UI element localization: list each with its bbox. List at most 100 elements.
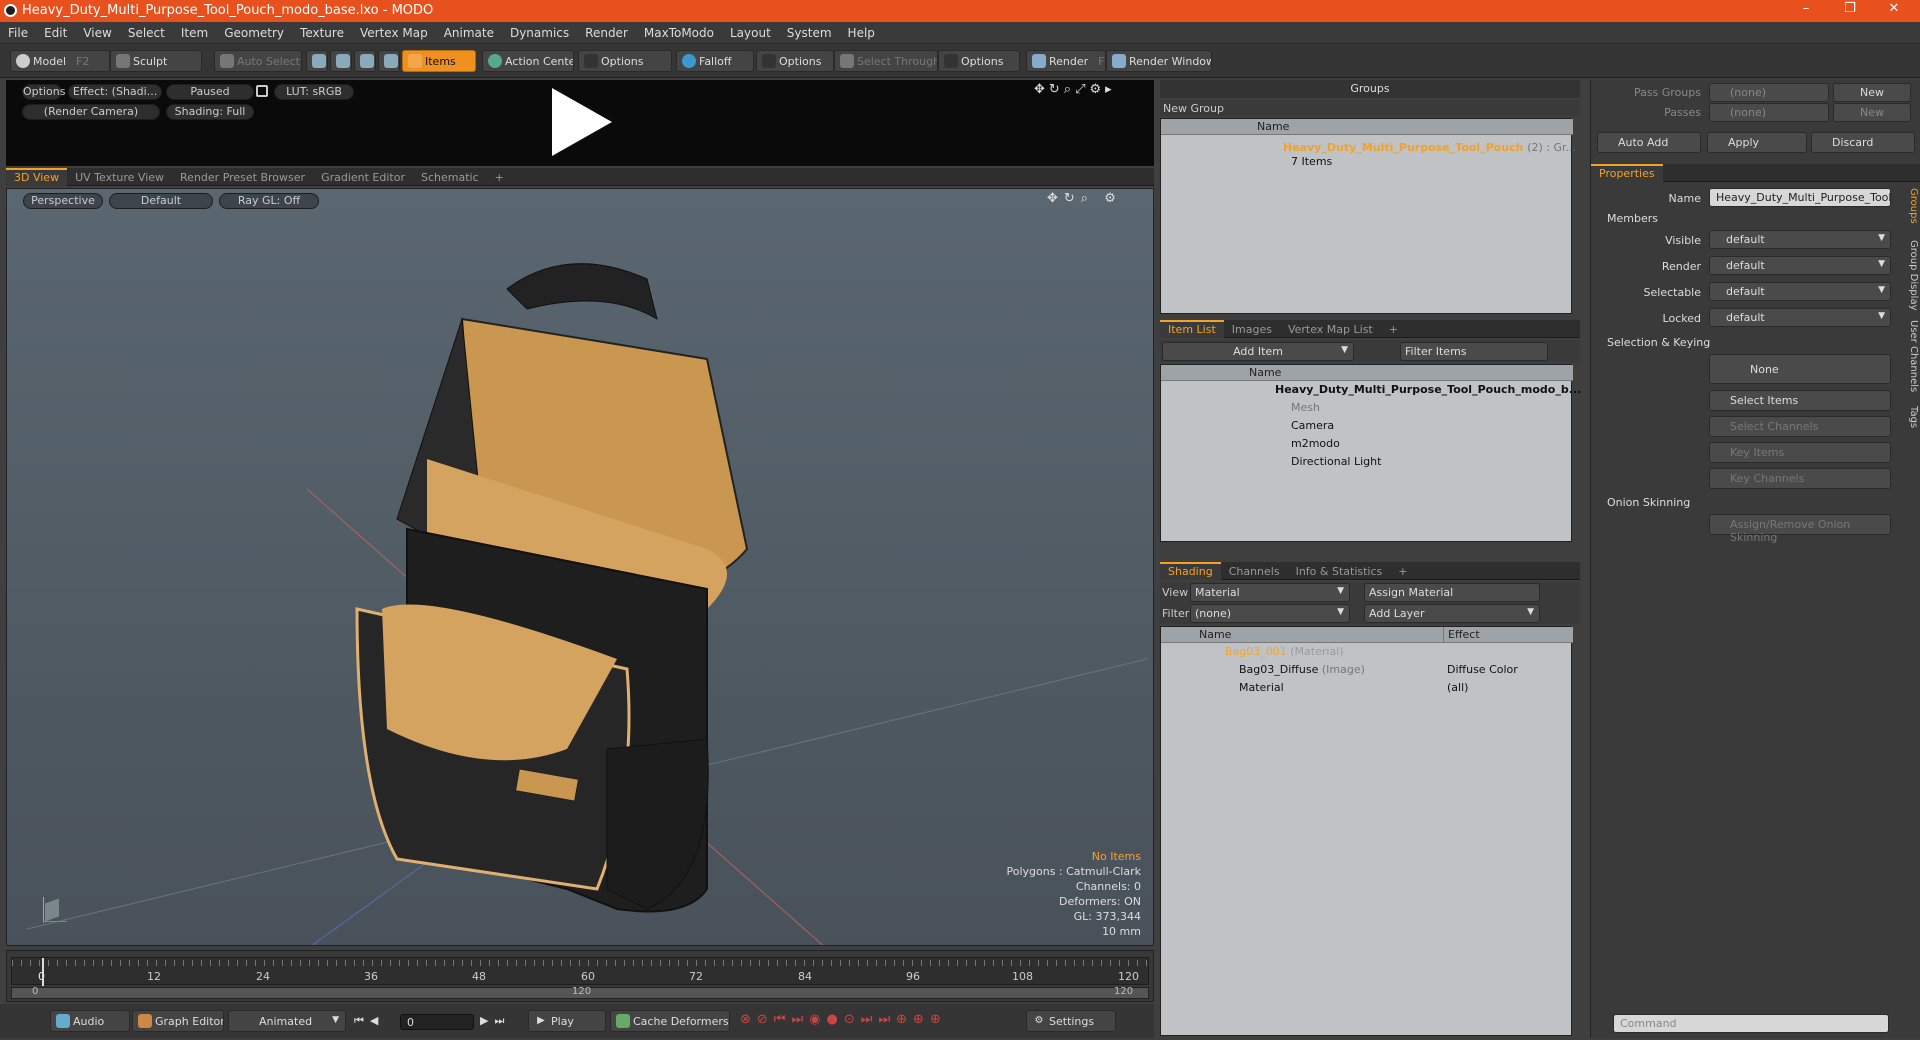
play-button[interactable]: ▶ Play — [528, 1010, 606, 1032]
record-controls[interactable]: ⊗⊘⏮⏭◉●⊙⏭⏭⊕⊕⊕ — [740, 1012, 947, 1027]
locked-dropdown[interactable]: default ▼ — [1709, 308, 1891, 327]
command-input[interactable]: Command — [1613, 1014, 1889, 1033]
play-preview-icon[interactable] — [546, 84, 616, 160]
auto-select-button[interactable]: Auto Select — [214, 50, 302, 72]
effect-dropdown[interactable]: Effect: (Shadi... — [68, 84, 162, 100]
frame-input[interactable]: 0 — [400, 1014, 474, 1030]
add-tab-button[interactable]: + — [1381, 320, 1406, 338]
select-items-button[interactable]: Select Items — [1709, 390, 1891, 411]
visible-dropdown[interactable]: default ▼ — [1709, 230, 1891, 249]
menu-item[interactable]: Item — [173, 22, 216, 40]
select-channels-button[interactable]: Select Channels — [1709, 416, 1891, 437]
menu-edit[interactable]: Edit — [36, 22, 75, 40]
item-row-directional-light[interactable]: Directional Light — [1161, 455, 1573, 473]
action-center-button[interactable]: Action Center — [482, 50, 574, 72]
menu-render[interactable]: Render — [577, 22, 636, 40]
cache-deformers-button[interactable]: Cache Deformers — [610, 1010, 730, 1032]
key-items-button[interactable]: Key Items — [1709, 442, 1891, 463]
minimize-button[interactable]: – — [1786, 1, 1826, 21]
skip-forward-controls[interactable]: ▶⏭ — [480, 1014, 510, 1028]
close-button[interactable]: ✕ — [1874, 1, 1914, 21]
restore-button[interactable]: ❐ — [1830, 1, 1870, 21]
paused-button[interactable]: Paused — [166, 84, 254, 100]
menu-maxtomodo[interactable]: MaxToModo — [636, 22, 722, 40]
model-mode-button[interactable]: Model F2 — [10, 50, 110, 72]
falloff-button[interactable]: Falloff — [676, 50, 754, 72]
vtab-user-channels[interactable]: User Channels — [1905, 320, 1919, 392]
item-row-scene[interactable]: Heavy_Duty_Multi_Purpose_Tool_Pouch_modo… — [1161, 383, 1581, 401]
passes-dropdown[interactable]: (none) — [1709, 103, 1829, 122]
items-mode-button[interactable]: Items — [402, 50, 476, 72]
render-window-button[interactable]: Render Window — [1106, 50, 1212, 72]
tab-images[interactable]: Images — [1224, 320, 1280, 338]
filter-dropdown[interactable]: (none) ▼ — [1190, 604, 1350, 623]
vtab-tags[interactable]: Tags — [1905, 406, 1919, 428]
pass-groups-dropdown[interactable]: (none) — [1709, 83, 1829, 102]
tab-item-list[interactable]: Item List — [1160, 320, 1224, 338]
filter-items-input[interactable]: Filter Items — [1400, 342, 1548, 361]
members-section[interactable]: Members — [1607, 212, 1658, 225]
edges-mode-button[interactable] — [330, 50, 352, 72]
shader-row-material[interactable]: Material — [1161, 681, 1443, 699]
animated-dropdown[interactable]: Animated ▼ — [228, 1010, 346, 1032]
selectable-dropdown[interactable]: default ▼ — [1709, 282, 1891, 301]
select-through-options-button[interactable]: Options — [938, 50, 1020, 72]
selection-keying-section[interactable]: Selection & Keying — [1607, 336, 1710, 349]
add-item-dropdown[interactable]: Add Item ▼ — [1162, 342, 1354, 361]
name-input[interactable]: Heavy_Duty_Multi_Purpose_Tool_Pc — [1709, 188, 1891, 207]
tab-3d-view[interactable]: 3D View — [6, 168, 68, 186]
menu-layout[interactable]: Layout — [722, 22, 779, 40]
item-row-camera[interactable]: Camera — [1161, 419, 1573, 437]
audio-button[interactable]: Audio — [50, 1010, 130, 1032]
effect-dropdown-diffuse[interactable]: Diffuse Color — [1443, 663, 1573, 681]
render-dropdown[interactable]: default ▼ — [1709, 256, 1891, 275]
vtab-group-display[interactable]: Group Display — [1905, 240, 1919, 310]
menu-texture[interactable]: Texture — [292, 22, 352, 40]
tab-info-statistics[interactable]: Info & Statistics — [1288, 562, 1391, 580]
timeline-ruler[interactable]: 0 12 24 36 48 60 72 84 96 108 120 — [11, 957, 1150, 986]
new-group-button[interactable]: New Group — [1160, 100, 1580, 116]
range-bar[interactable]: 0 120 120 — [11, 986, 1149, 999]
menu-vertex-map[interactable]: Vertex Map — [352, 22, 436, 40]
skip-back-controls[interactable]: ⏮◀ — [354, 1014, 384, 1028]
tab-uv-texture-view[interactable]: UV Texture View — [67, 168, 172, 186]
key-channels-button[interactable]: Key Channels — [1709, 468, 1891, 489]
render-camera-dropdown[interactable]: (Render Camera) — [22, 104, 160, 120]
tab-shading[interactable]: Shading — [1160, 562, 1221, 580]
auto-add-button[interactable]: Auto Add — [1597, 132, 1701, 153]
shader-row-diffuse-image[interactable]: Bag03_Diffuse (Image) — [1161, 663, 1443, 681]
sculpt-mode-button[interactable]: Sculpt — [110, 50, 202, 72]
tab-gradient-editor[interactable]: Gradient Editor — [313, 168, 413, 186]
assign-material-button[interactable]: Assign Material — [1364, 583, 1540, 602]
menu-view[interactable]: View — [75, 22, 119, 40]
lut-dropdown[interactable]: LUT: sRGB — [274, 84, 354, 100]
tab-schematic[interactable]: Schematic — [413, 168, 487, 186]
menu-geometry[interactable]: Geometry — [216, 22, 292, 40]
playhead[interactable] — [42, 958, 44, 986]
discard-button[interactable]: Discard — [1811, 132, 1915, 153]
new-pass-group-button[interactable]: New — [1833, 83, 1911, 102]
menu-animate[interactable]: Animate — [436, 22, 502, 40]
item-row-mesh[interactable]: Mesh — [1161, 401, 1573, 419]
menu-help[interactable]: Help — [840, 22, 883, 40]
polygons-mode-button[interactable] — [354, 50, 376, 72]
add-tab-button[interactable]: + — [487, 168, 512, 186]
preview-options-button[interactable]: Options — [22, 84, 65, 100]
preview-nav-icons[interactable]: ✥↻⌕⤢⚙▸ — [1034, 82, 1116, 97]
vtab-groups[interactable]: Groups — [1905, 188, 1919, 224]
view-dropdown[interactable]: Material ▼ — [1190, 583, 1350, 602]
tab-render-preset-browser[interactable]: Render Preset Browser — [172, 168, 313, 186]
settings-button[interactable]: ⚙ Settings — [1026, 1010, 1116, 1032]
tab-properties[interactable]: Properties — [1591, 164, 1663, 182]
menu-system[interactable]: System — [779, 22, 840, 40]
3d-viewport[interactable]: Perspective Default Ray GL: Off ✥↻⌕ ⚙ No… — [6, 188, 1154, 946]
lock-icon[interactable] — [256, 85, 268, 97]
assign-remove-onion-button[interactable]: Assign/Remove Onion Skinning — [1709, 514, 1891, 544]
graph-editor-button[interactable]: Graph Editor — [132, 1010, 224, 1032]
item-row-m2modo[interactable]: m2modo — [1161, 437, 1573, 455]
none-button[interactable]: None — [1709, 354, 1891, 384]
add-tab-button[interactable]: + — [1390, 562, 1415, 580]
tab-channels[interactable]: Channels — [1221, 562, 1288, 580]
tab-vertex-map-list[interactable]: Vertex Map List — [1280, 320, 1381, 338]
apply-button[interactable]: Apply — [1707, 132, 1807, 153]
